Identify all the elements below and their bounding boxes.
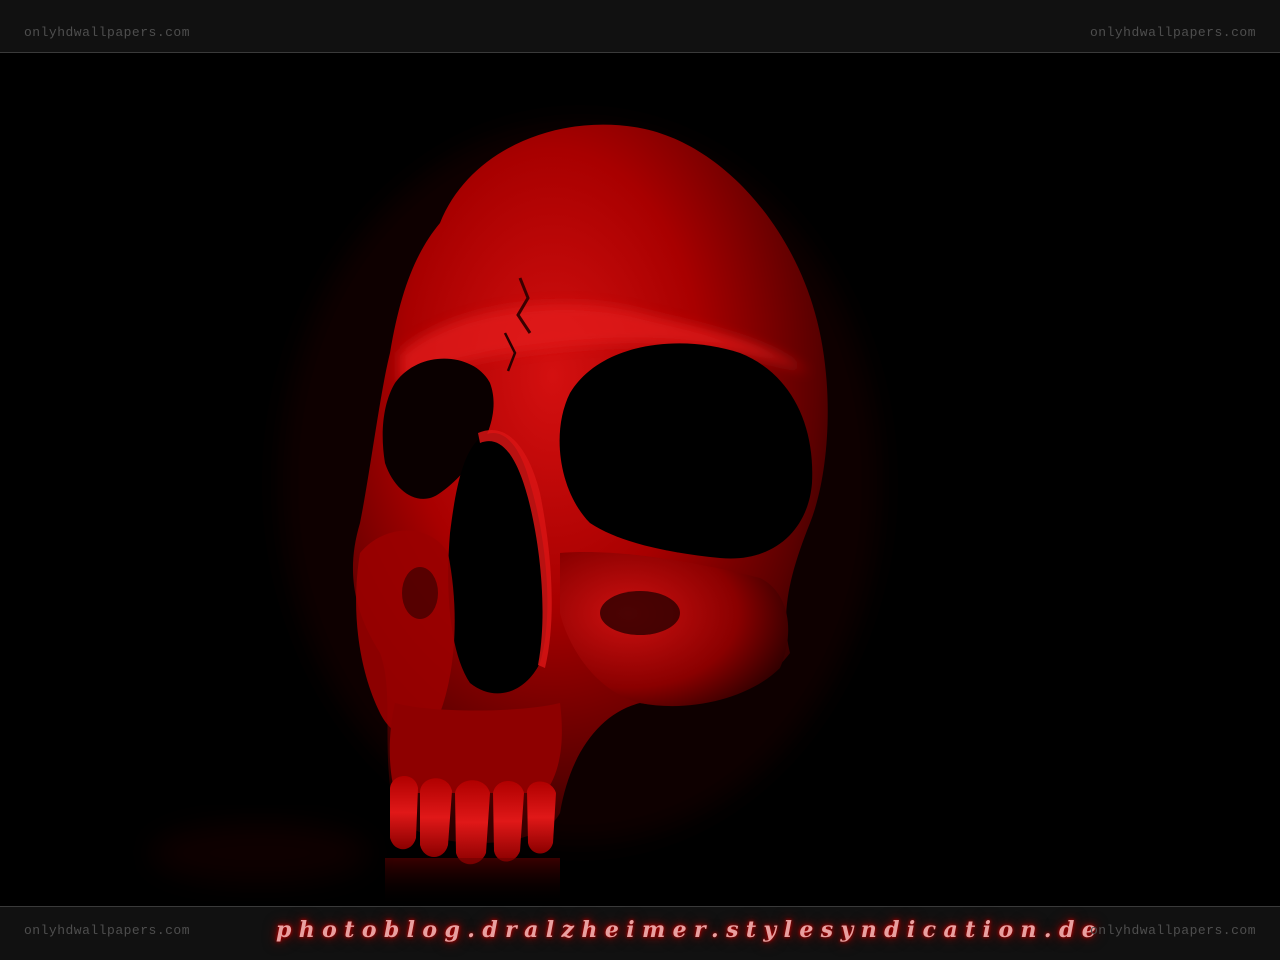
zygomatic-shadow bbox=[600, 591, 680, 635]
eye-socket-right bbox=[559, 343, 813, 559]
watermark-top-right: onlyhdwallpapers.com bbox=[1089, 25, 1256, 40]
teeth bbox=[390, 775, 556, 865]
watermark-bottom-right: onlyhdwallpapers.com bbox=[1089, 923, 1256, 938]
photo-credit: photoblog.dralzheimer.stylesyndication.d… bbox=[276, 917, 1104, 943]
skull-photo bbox=[150, 123, 880, 906]
wallpaper-frame: onlyhdwallpapers.com onlyhdwallpapers.co… bbox=[0, 0, 1280, 960]
upper-jaw bbox=[389, 703, 562, 793]
watermark-bottom-left: onlyhdwallpapers.com bbox=[24, 923, 191, 938]
top-watermark-bar: onlyhdwallpapers.com onlyhdwallpapers.co… bbox=[0, 0, 1280, 53]
table-glow bbox=[150, 823, 370, 883]
watermark-top-left: onlyhdwallpapers.com bbox=[24, 25, 191, 40]
surface-reflection bbox=[385, 858, 560, 906]
bottom-watermark-bar: onlyhdwallpapers.com photoblog.dralzheim… bbox=[0, 906, 1280, 960]
cheek-shadow bbox=[402, 567, 438, 619]
